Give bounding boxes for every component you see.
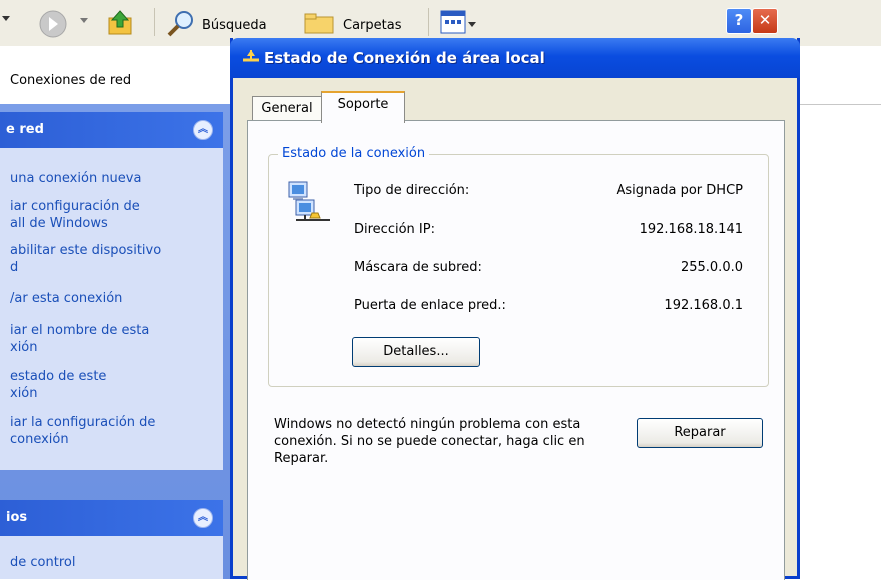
subnet-mask-value: 255.0.0.0 bbox=[680, 260, 743, 275]
default-gateway-value: 192.168.0.1 bbox=[664, 298, 743, 313]
address-type-value: Asignada por DHCP bbox=[616, 183, 743, 198]
dialog-title: Estado de Conexión de área local bbox=[264, 49, 545, 67]
collapse-chevron-icon[interactable]: ︽ bbox=[193, 508, 213, 528]
diagnostic-message: Windows no detectó ningún problema con e… bbox=[274, 417, 585, 466]
task-rename-connection[interactable]: iar el nombre de esta xión bbox=[10, 322, 220, 356]
up-folder-icon[interactable] bbox=[106, 9, 134, 37]
search-button[interactable]: Búsqueda bbox=[166, 9, 267, 41]
details-button[interactable]: Detalles... bbox=[352, 337, 480, 367]
folders-button[interactable]: Carpetas bbox=[303, 12, 401, 38]
network-tasks-title: e red bbox=[6, 122, 44, 137]
back-dropdown-arrow-icon[interactable] bbox=[2, 14, 10, 22]
subnet-mask-label: Máscara de subred: bbox=[354, 260, 482, 275]
search-icon bbox=[166, 9, 196, 41]
other-places-body: de control bbox=[0, 536, 223, 579]
task-change-firewall[interactable]: iar configuración de all de Windows bbox=[10, 198, 220, 232]
address-text: Conexiones de red bbox=[10, 73, 132, 88]
views-dropdown-arrow-icon bbox=[468, 17, 476, 32]
network-adapter-icon bbox=[286, 180, 334, 230]
close-button[interactable]: ✕ bbox=[752, 8, 778, 34]
views-icon bbox=[440, 10, 466, 38]
help-button[interactable]: ? bbox=[726, 8, 752, 34]
dialog-title-bar[interactable]: Estado de Conexión de área local bbox=[230, 38, 800, 78]
link-control-panel[interactable]: de control bbox=[10, 554, 220, 571]
network-tasks-header[interactable]: e red ︽ bbox=[0, 112, 223, 148]
ip-address-label: Dirección IP: bbox=[354, 222, 435, 237]
task-repair-connection[interactable]: /ar esta conexión bbox=[10, 290, 220, 307]
ip-address-value: 192.168.18.141 bbox=[639, 222, 743, 237]
tab-support[interactable]: Soporte bbox=[321, 91, 405, 123]
forward-dropdown-arrow-icon[interactable] bbox=[80, 18, 88, 24]
search-label: Búsqueda bbox=[202, 17, 267, 33]
task-change-settings[interactable]: iar la configuración de conexión bbox=[10, 414, 220, 448]
tab-general[interactable]: General bbox=[252, 96, 322, 121]
task-disable-device[interactable]: abilitar este dispositivo d bbox=[10, 242, 220, 276]
network-tasks-body: una conexión nueva iar configuración de … bbox=[0, 148, 223, 470]
toolbar-separator bbox=[154, 8, 155, 36]
forward-icon[interactable] bbox=[38, 9, 68, 39]
address-type-label: Tipo de dirección: bbox=[354, 183, 470, 198]
toolbar-separator bbox=[428, 8, 429, 36]
default-gateway-label: Puerta de enlace pred.: bbox=[354, 298, 506, 313]
network-connection-icon bbox=[242, 48, 260, 70]
task-pane: e red ︽ una conexión nueva iar configura… bbox=[0, 104, 231, 579]
views-button[interactable] bbox=[440, 10, 476, 38]
folders-label: Carpetas bbox=[343, 17, 402, 33]
other-places-title: ios bbox=[6, 510, 28, 525]
collapse-chevron-icon[interactable]: ︽ bbox=[193, 120, 213, 140]
task-create-connection[interactable]: una conexión nueva bbox=[10, 170, 220, 187]
folders-icon bbox=[303, 12, 337, 38]
repair-button[interactable]: Reparar bbox=[637, 418, 763, 448]
task-view-status[interactable]: estado de este xión bbox=[10, 368, 220, 402]
group-title: Estado de la conexión bbox=[278, 146, 430, 161]
other-places-header[interactable]: ios ︽ bbox=[0, 500, 223, 536]
